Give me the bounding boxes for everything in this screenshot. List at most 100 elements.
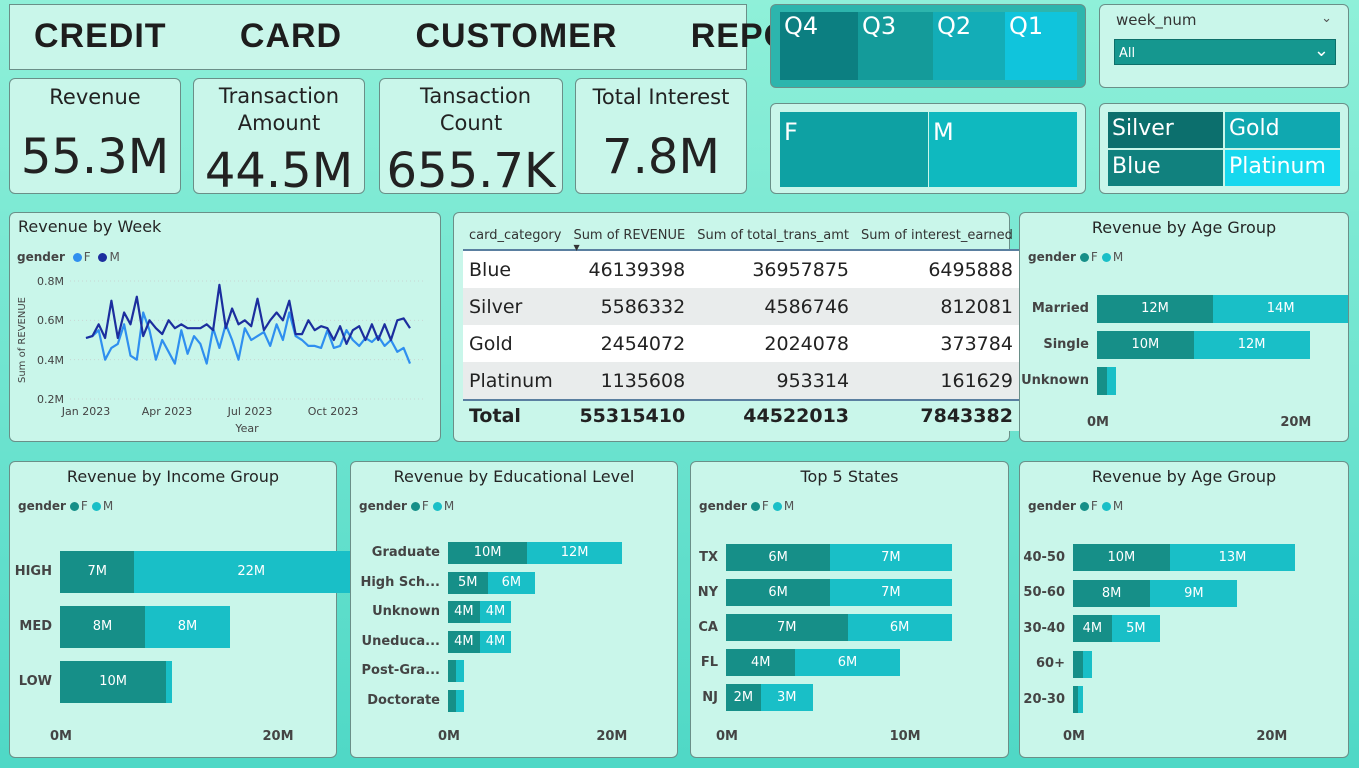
bar-row[interactable] <box>1097 367 1329 395</box>
bar-row[interactable] <box>448 660 638 682</box>
bar-row[interactable]: 6M 7M <box>726 579 969 606</box>
bar-m[interactable]: 13M <box>1169 544 1296 571</box>
slicer-q3[interactable]: Q3 <box>858 12 933 80</box>
slicer-platinum[interactable]: Platinum <box>1225 150 1340 186</box>
bar-f[interactable] <box>448 689 456 712</box>
slicer-q2[interactable]: Q2 <box>933 12 1005 80</box>
bar-m[interactable]: 7M <box>830 579 952 606</box>
bar-f[interactable]: 2M <box>726 684 761 711</box>
table-row[interactable]: Silver 5586332 4586746 812081 <box>463 288 1019 325</box>
top-states-chart[interactable]: Top 5 States gender F M TX 6M 7M NY 6M 7M CA 7M 6M FL… <box>690 461 1009 758</box>
week-dropdown[interactable]: All ⌄ <box>1114 39 1336 65</box>
category-label: 50-60 <box>1023 585 1065 600</box>
bar-f[interactable]: 4M <box>1073 615 1112 642</box>
bar-f[interactable]: 10M <box>1073 544 1170 571</box>
bar-row[interactable]: 10M 12M <box>448 542 638 564</box>
slicer-blue[interactable]: Blue <box>1108 150 1223 186</box>
bar-m[interactable]: 5M <box>1111 615 1160 642</box>
bar-row[interactable]: 2M 3M <box>726 684 969 711</box>
bar-f[interactable]: 6M <box>726 579 831 606</box>
bar-f[interactable] <box>448 660 456 682</box>
bar-row[interactable]: 4M 6M <box>726 649 969 676</box>
col-header[interactable]: Sum of total_trans_amt <box>691 221 856 251</box>
table-row[interactable]: Gold 2454072 2024078 373784 <box>463 325 1019 362</box>
table-row[interactable]: Blue 46139398 36957875 6495888 <box>463 250 1019 288</box>
bar-f[interactable]: 7M <box>726 614 848 641</box>
col-header[interactable]: card_category <box>463 221 568 251</box>
bar-row[interactable]: 12M 14M <box>1097 295 1349 323</box>
bar-f[interactable]: 7M <box>60 551 135 593</box>
bar-m[interactable] <box>455 660 464 682</box>
bar-m[interactable]: 6M <box>847 614 952 641</box>
bar-m[interactable] <box>166 661 172 703</box>
slicer-silver[interactable]: Silver <box>1108 112 1223 148</box>
income-group-chart[interactable]: Revenue by Income Group gender F M HIGH 7M 22M… <box>9 461 369 758</box>
bar-f[interactable]: 10M <box>60 661 167 703</box>
bar-f[interactable]: 12M <box>1097 295 1213 323</box>
bar-f[interactable] <box>1073 650 1083 678</box>
chevron-up-icon[interactable]: ⌄ <box>1321 11 1332 26</box>
bar-row[interactable]: 8M 9M <box>1073 579 1305 607</box>
bar-m[interactable]: 6M <box>487 571 536 594</box>
age-group-marital-chart[interactable]: Revenue by Age Group gender F M Married 12M 14… <box>1019 212 1349 442</box>
bar-f[interactable]: 8M <box>1073 579 1151 607</box>
x-tick: 20M <box>596 729 628 744</box>
slicer-q4[interactable]: Q4 <box>780 12 858 80</box>
bar-f[interactable]: 6M <box>726 544 831 571</box>
bar-m[interactable]: 12M <box>1193 331 1310 359</box>
bar-m[interactable]: 7M <box>830 544 952 571</box>
bar-row[interactable]: 7M 22M <box>60 551 369 593</box>
legend-dot-m <box>772 502 782 511</box>
bar-row[interactable]: 8M 8M <box>60 606 315 648</box>
bar-row[interactable]: 4M 4M <box>448 630 638 653</box>
revenue-by-week-chart[interactable]: Revenue by Week gender F M Sum of REVENU… <box>9 212 441 442</box>
bar-row[interactable]: 7M 6M <box>726 614 969 641</box>
slicer-q1[interactable]: Q1 <box>1005 12 1077 80</box>
bar-f[interactable]: 10M <box>448 542 528 564</box>
bar-m[interactable]: 4M <box>479 630 512 653</box>
age-group-range-chart[interactable]: Revenue by Age Group gender F M 40-50 10M 13M 5… <box>1019 461 1349 758</box>
kpi-label: Total Interest <box>592 85 730 109</box>
bar-f[interactable] <box>1097 367 1107 395</box>
bar-m[interactable]: 9M <box>1150 579 1238 607</box>
bar-row[interactable] <box>1073 650 1305 678</box>
bar-m[interactable]: 8M <box>145 606 230 648</box>
bar-m[interactable]: 4M <box>479 601 512 623</box>
legend-label-m: M <box>1112 499 1124 513</box>
bar-m[interactable] <box>1077 686 1083 713</box>
col-header-sorted[interactable]: Sum of REVENUE ▼ <box>567 221 692 252</box>
legend-title: gender <box>18 499 66 513</box>
bar-f[interactable]: 5M <box>448 571 488 594</box>
col-header[interactable]: Sum of interest_earned <box>855 221 1019 251</box>
table-row[interactable]: Platinum 1135608 953314 161629 <box>463 362 1019 400</box>
bar-row[interactable] <box>448 689 638 712</box>
bar-m[interactable]: 22M <box>134 551 369 593</box>
bar-m[interactable]: 6M <box>795 649 900 676</box>
bar-row[interactable]: 6M 7M <box>726 544 969 571</box>
slicer-gender-f[interactable]: F <box>780 112 928 187</box>
bar-m[interactable]: 12M <box>527 542 623 564</box>
bar-f[interactable]: 10M <box>1097 331 1194 359</box>
bar-f[interactable]: 4M <box>448 630 480 653</box>
x-tick: Jul 2023 <box>227 405 273 418</box>
bar-row[interactable]: 5M 6M <box>448 571 638 594</box>
bar-m[interactable] <box>455 689 464 712</box>
bar-row[interactable]: 4M 5M <box>1073 615 1305 642</box>
bar-row[interactable] <box>1073 686 1305 713</box>
bar-row[interactable]: 10M 13M <box>1073 544 1305 571</box>
y-tick: 0.6M <box>37 314 64 327</box>
slicer-gold[interactable]: Gold <box>1225 112 1340 148</box>
bar-f[interactable]: 4M <box>726 649 796 676</box>
bar-m[interactable]: 14M <box>1213 295 1349 323</box>
bar-f[interactable]: 4M <box>448 601 480 623</box>
bar-row[interactable]: 10M <box>60 661 315 703</box>
slicer-gender-m[interactable]: M <box>929 112 1077 187</box>
bar-f[interactable]: 8M <box>60 606 145 648</box>
education-level-chart[interactable]: Revenue by Educational Level gender F M Grad… <box>350 461 678 758</box>
category-label: 20-30 <box>1023 691 1065 707</box>
bar-m[interactable] <box>1082 650 1093 678</box>
bar-m[interactable] <box>1106 367 1117 395</box>
bar-m[interactable]: 3M <box>760 684 813 711</box>
bar-row[interactable]: 10M 12M <box>1097 331 1329 359</box>
bar-row[interactable]: 4M 4M <box>448 601 638 623</box>
